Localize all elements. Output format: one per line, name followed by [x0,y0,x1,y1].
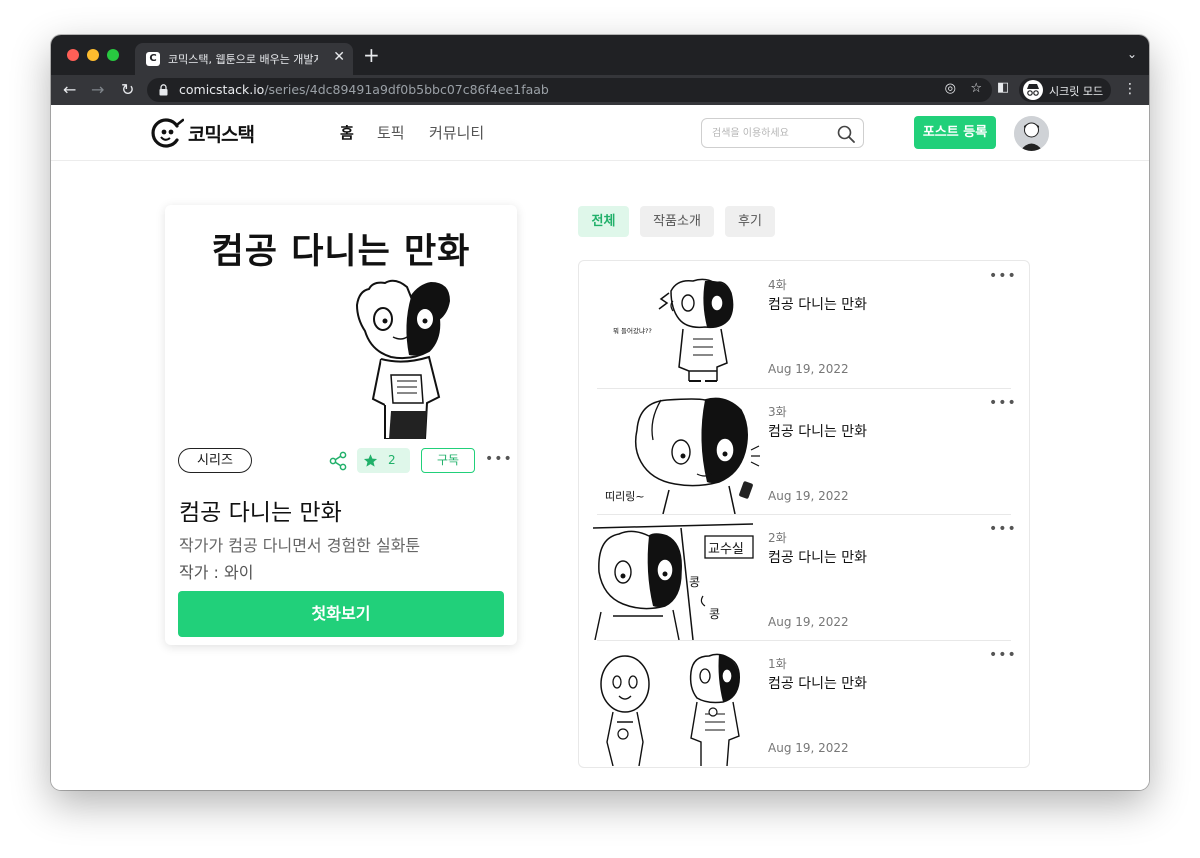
lock-icon [159,84,168,96]
tab-strip: C 코믹스택, 웹툰으로 배우는 개발지식 ✕ + ⌄ [51,35,1149,75]
episode-item[interactable]: 뭐 들어갔냐?? 4화 컴공 다니는 만화 Aug 19, 2022 ••• [593,263,1016,389]
filter-tab-review[interactable]: 후기 [725,206,775,237]
browser-toolbar: ← → ↻ comicstack.io/series/4dc89491a9df0… [51,75,1149,105]
episode-number: 3화 [768,405,787,419]
episode-more-icon[interactable]: ••• [989,395,1017,411]
page-content: 코믹스택 홈 토픽 커뮤니티 포스트 등록 [51,105,1149,790]
episode-title: 컴공 다니는 만화 [768,550,868,566]
star-count: 2 [388,453,396,467]
divider [597,640,1011,641]
cover-illustration [355,279,451,439]
episode-date: Aug 19, 2022 [768,615,849,629]
maximize-window-dot[interactable] [107,49,119,61]
site-header: 코믹스택 홈 토픽 커뮤니티 포스트 등록 [51,105,1149,161]
post-register-button[interactable]: 포스트 등록 [914,116,996,149]
series-name: 컴공 다니는 만화 [179,500,342,526]
episode-thumbnail: 띠리링~ [605,397,760,514]
back-icon[interactable]: ← [63,79,76,101]
search-icon[interactable] [837,125,855,143]
subscribe-button[interactable]: 구독 [421,448,475,473]
series-tag-badge: 시리즈 [178,448,252,473]
episode-title: 컴공 다니는 만화 [768,297,868,313]
episode-date: Aug 19, 2022 [768,741,849,755]
reload-icon[interactable]: ↻ [121,79,134,101]
episode-number: 2화 [768,531,787,545]
nav-topic[interactable]: 토픽 [377,122,405,143]
thumbnail-sfx: 콩 [689,575,700,589]
user-avatar[interactable] [1014,116,1049,151]
more-options-icon[interactable]: ••• [485,451,513,467]
filter-tab-intro[interactable]: 작품소개 [640,206,714,237]
search-input[interactable] [712,125,827,141]
thumbnail-caption: 띠리링~ [605,490,645,503]
tab-title: 코믹스택, 웹툰으로 배우는 개발지식 [168,53,318,66]
forward-icon[interactable]: → [91,79,104,101]
episode-title: 컴공 다니는 만화 [768,676,868,692]
episode-more-icon[interactable]: ••• [989,521,1017,537]
logo-mascot-icon [151,118,184,148]
series-author: 작가 : 와이 [179,563,254,582]
thumbnail-caption: 뭐 들어갔냐?? [613,326,652,335]
browser-tab-active[interactable]: C 코믹스택, 웹툰으로 배우는 개발지식 ✕ [135,43,353,75]
site-logo[interactable]: 코믹스택 [150,118,268,148]
divider [597,514,1011,515]
thumbnail-sfx: 콩 [709,607,720,621]
favicon-icon: C [146,52,160,66]
episode-list: 뭐 들어갔냐?? 4화 컴공 다니는 만화 Aug 19, 2022 ••• 띠… [578,260,1030,768]
nav-home[interactable]: 홈 [340,122,354,143]
series-card: 컴공 다니는 만화 시리즈 2 구독 ••• 컴공 다니는 만화 작가가 컴공 … [165,205,517,645]
series-description: 작가가 컴공 다니면서 경험한 실화툰 [179,536,421,555]
star-button[interactable]: 2 [357,448,410,473]
episode-date: Aug 19, 2022 [768,362,849,376]
new-tab-icon[interactable]: + [363,45,380,65]
url-text: comicstack.io/series/4dc89491a9df0b5bbc0… [179,82,549,97]
series-cover[interactable]: 컴공 다니는 만화 [165,205,517,440]
star-icon [363,454,378,467]
episode-item[interactable]: 1화 컴공 다니는 만화 Aug 19, 2022 ••• [593,642,1016,768]
browser-window: C 코믹스택, 웹툰으로 배우는 개발지식 ✕ + ⌄ ← → ↻ comics… [51,35,1149,790]
episode-thumbnail: 교수실 콩 콩 [593,523,754,640]
browser-menu-icon[interactable]: ⋮ [1123,81,1137,97]
logo-text: 코믹스택 [188,124,255,146]
minimize-window-dot[interactable] [87,49,99,61]
episode-more-icon[interactable]: ••• [989,647,1017,663]
share-icon[interactable] [328,451,348,471]
cover-title: 컴공 다니는 만화 [211,232,471,272]
episode-number: 1화 [768,657,787,671]
filter-tab-all[interactable]: 전체 [578,206,629,237]
close-window-dot[interactable] [67,49,79,61]
episode-item[interactable]: 띠리링~ 3화 컴공 다니는 만화 Aug 19, 2022 ••• [593,390,1016,516]
episode-thumbnail [600,653,741,766]
incognito-profile-button[interactable]: 시크릿 모드 [1019,78,1111,102]
side-panel-icon[interactable]: ◧ [997,80,1009,95]
thumbnail-sign: 교수실 [708,542,744,557]
nav-community[interactable]: 커뮤니티 [429,122,484,143]
episode-thumbnail: 뭐 들어갔냐?? [613,278,734,382]
episode-item[interactable]: 교수실 콩 콩 2화 컴공 다니는 만화 Aug 19, 2022 ••• [593,516,1016,642]
episode-date: Aug 19, 2022 [768,489,849,503]
close-tab-icon[interactable]: ✕ [333,49,345,65]
tab-search-chevron-icon[interactable]: ⌄ [1127,47,1137,61]
search-box [701,118,864,148]
incognito-label: 시크릿 모드 [1049,85,1104,98]
episode-title: 컴공 다니는 만화 [768,424,868,440]
divider [597,388,1011,389]
eye-off-icon[interactable]: ◎ [945,81,956,96]
episode-number: 4화 [768,278,787,292]
episode-more-icon[interactable]: ••• [989,268,1017,284]
bookmark-star-icon[interactable]: ☆ [970,81,982,96]
incognito-icon [1023,80,1043,100]
first-episode-button[interactable]: 첫화보기 [178,591,504,637]
address-bar[interactable]: comicstack.io/series/4dc89491a9df0b5bbc0… [147,78,992,102]
